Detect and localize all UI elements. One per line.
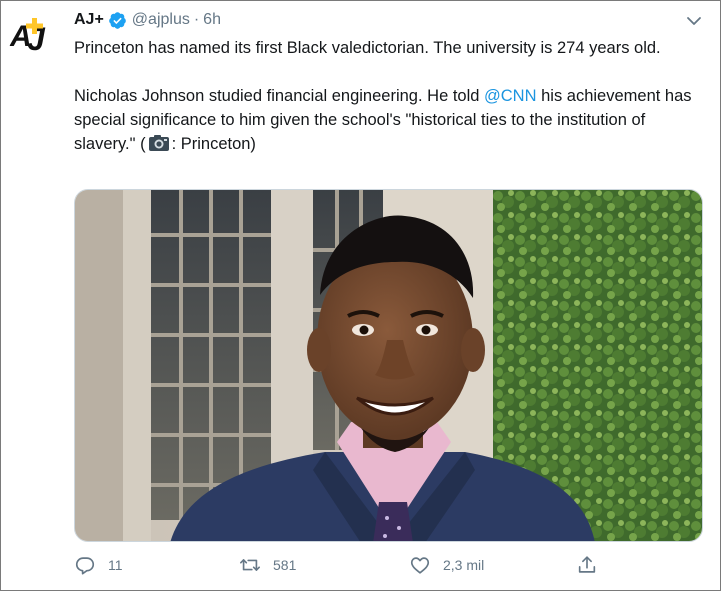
handle[interactable]: @ajplus [132, 10, 190, 30]
heart-icon [410, 557, 430, 574]
share-icon [578, 556, 596, 573]
like-count: 2,3 mil [443, 557, 485, 573]
tweet-paragraph-1: Princeton has named its first Black vale… [74, 39, 661, 57]
retweet-button[interactable]: 581 [239, 554, 296, 576]
tweet-text-part: Nicholas Johnson studied financial engin… [74, 87, 485, 105]
separator-dot: · [193, 11, 200, 28]
timestamp[interactable]: 6h [203, 10, 221, 30]
share-button[interactable] [576, 554, 598, 576]
ajplus-logo: A J [7, 8, 59, 60]
tweet-card[interactable]: A J AJ+ @ajplus · 6h Princeton has named… [0, 0, 721, 591]
reply-icon [75, 557, 95, 575]
avatar[interactable]: A J [7, 8, 59, 60]
tweet-text: Princeton has named its first Black vale… [74, 36, 710, 156]
tweet-photo[interactable] [74, 189, 703, 542]
reply-count: 11 [108, 557, 123, 573]
chevron-down-icon[interactable] [686, 13, 702, 29]
mention-link[interactable]: @CNN [484, 87, 537, 105]
camera-icon [148, 135, 169, 151]
retweet-count: 581 [273, 557, 297, 573]
tweet-header: AJ+ @ajplus · 6h [74, 9, 221, 31]
tweet-paragraph-2: Nicholas Johnson studied financial engin… [74, 84, 710, 156]
like-button[interactable]: 2,3 mil [409, 554, 484, 576]
reply-button[interactable]: 11 [74, 554, 123, 576]
photo-credit: : Princeton) [171, 135, 256, 153]
verified-badge-icon [108, 11, 126, 29]
tweet-actions: 11 581 2,3 mil [74, 554, 634, 580]
photo-image [75, 190, 702, 541]
display-name[interactable]: AJ+ [74, 10, 104, 30]
retweet-icon [240, 559, 260, 571]
